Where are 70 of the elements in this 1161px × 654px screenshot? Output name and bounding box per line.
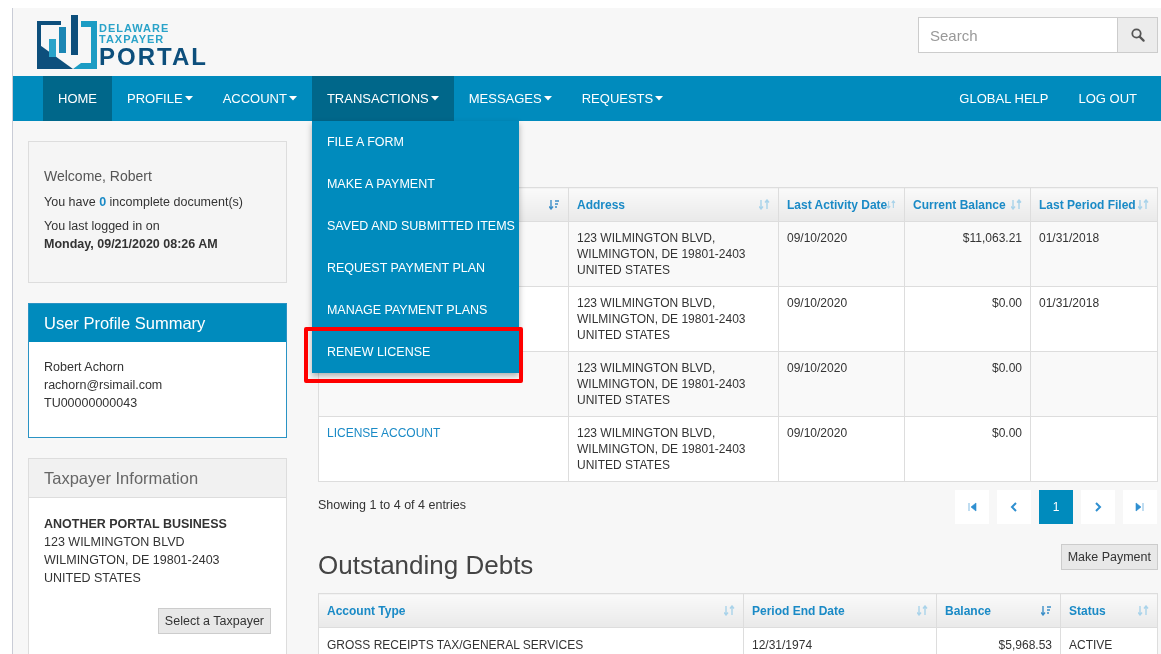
table-cell: GROSS RECEIPTS TAX/GENERAL SERVICES (318, 627, 744, 654)
search-button[interactable] (1118, 17, 1158, 53)
nav-item[interactable]: MESSAGES (453, 76, 567, 121)
page-button[interactable] (1081, 490, 1115, 524)
card-title: Taxpayer Information (29, 459, 286, 498)
table-cell: $0.00 (904, 286, 1031, 352)
table-cell: 123 WILMINGTON BLVD, WILMINGTON, DE 19801-2403 UNITED STATES (568, 351, 779, 417)
menu-item[interactable]: REQUEST PAYMENT PLAN (311, 247, 519, 289)
make-payment-button[interactable]: Make Payment (1060, 544, 1158, 570)
chevron-right-icon (1093, 502, 1103, 512)
logo-text: DELAWARE (99, 23, 171, 34)
greeting-text: Welcome, Robert (44, 168, 153, 184)
address-text: 123 WILMINGTON BLVD (44, 534, 186, 551)
table-cell: $0.00 (904, 416, 1031, 482)
column-header[interactable]: Last Activity Date (778, 187, 905, 222)
last-page-icon (1135, 502, 1145, 512)
logo-text: PORTAL (99, 45, 208, 69)
profile-text: TU00000000043 (44, 395, 139, 412)
menu-item[interactable]: RENEW LICENSE (311, 331, 519, 373)
table-cell: 123 WILMINGTON BLVD, WILMINGTON, DE 19801-2403 UNITED STATES (568, 286, 779, 352)
nav-item[interactable]: ACCOUNT (207, 76, 312, 121)
table-cell: $11,063.21 (904, 221, 1031, 287)
table-cell: 09/10/2020 (778, 351, 905, 417)
nav-link[interactable]: GLOBAL HELP (944, 76, 1064, 121)
column-header[interactable]: Last Period Filed (1030, 187, 1158, 222)
page-button[interactable] (1123, 490, 1157, 524)
menu-item[interactable]: MAKE A PAYMENT (311, 163, 519, 205)
section-title: Outstanding Debts (318, 550, 534, 581)
table-cell: 123 WILMINGTON BLVD, WILMINGTON, DE 19801-2403 UNITED STATES (568, 416, 779, 482)
menu-item[interactable]: SAVED AND SUBMITTED ITEMS (311, 205, 519, 247)
table-cell: $0.00 (904, 351, 1031, 417)
table-cell: 09/10/2020 (778, 221, 905, 287)
table-cell: 01/31/2018 (1030, 286, 1158, 352)
select-taxpayer-button[interactable]: Select a Taxpayer (157, 608, 271, 634)
last-login-date: Monday, 09/21/2020 08:26 AM (44, 236, 219, 253)
first-page-icon (967, 502, 977, 512)
business-name: ANOTHER PORTAL BUSINESS (44, 516, 228, 533)
card-title: User Profile Summary (29, 304, 286, 342)
column-header[interactable]: Current Balance (904, 187, 1031, 222)
table-cell: 09/10/2020 (778, 286, 905, 352)
column-header[interactable]: Period End Date (743, 593, 937, 628)
nav-item[interactable]: TRANSACTIONS (311, 76, 454, 121)
column-header[interactable]: Address (568, 187, 779, 222)
nav-item[interactable]: PROFILE (112, 76, 208, 121)
logo-text: TAXPAYER (99, 34, 166, 45)
page-button[interactable] (955, 490, 989, 524)
search-icon (1130, 28, 1145, 42)
account-link[interactable]: LICENSE ACCOUNT (318, 416, 569, 482)
menu-item[interactable]: MANAGE PAYMENT PLANS (311, 289, 519, 331)
column-header[interactable]: Account Type (318, 593, 744, 628)
entries-info: Showing 1 to 4 of 4 entries (318, 498, 466, 514)
nav-item[interactable]: REQUESTS (566, 76, 679, 121)
page-button[interactable]: 1 (1039, 490, 1073, 524)
last-login-label: You last logged in on (44, 218, 161, 235)
table-cell: 01/31/2018 (1030, 221, 1158, 287)
nav-item[interactable]: HOME (43, 76, 112, 121)
page-button[interactable] (997, 490, 1031, 524)
column-header[interactable]: Balance (936, 593, 1061, 628)
column-header[interactable]: Status (1060, 593, 1158, 628)
table-cell: 123 WILMINGTON BLVD, WILMINGTON, DE 19801-2403 UNITED STATES (568, 221, 779, 287)
address-text: WILMINGTON, DE 19801-2403 (44, 552, 221, 569)
profile-text: Robert Achorn (44, 359, 125, 376)
chevron-left-icon (1009, 502, 1019, 512)
search-field[interactable]: Search (918, 17, 1118, 53)
nav-link[interactable]: LOG OUT (1063, 76, 1152, 121)
menu-item[interactable]: FILE A FORM (311, 121, 519, 163)
table-cell: 09/10/2020 (778, 416, 905, 482)
documents-text: You have 0 incomplete document(s) (44, 194, 244, 211)
address-text: UNITED STATES (44, 570, 142, 587)
profile-text: rachorn@rsimail.com (44, 377, 164, 394)
